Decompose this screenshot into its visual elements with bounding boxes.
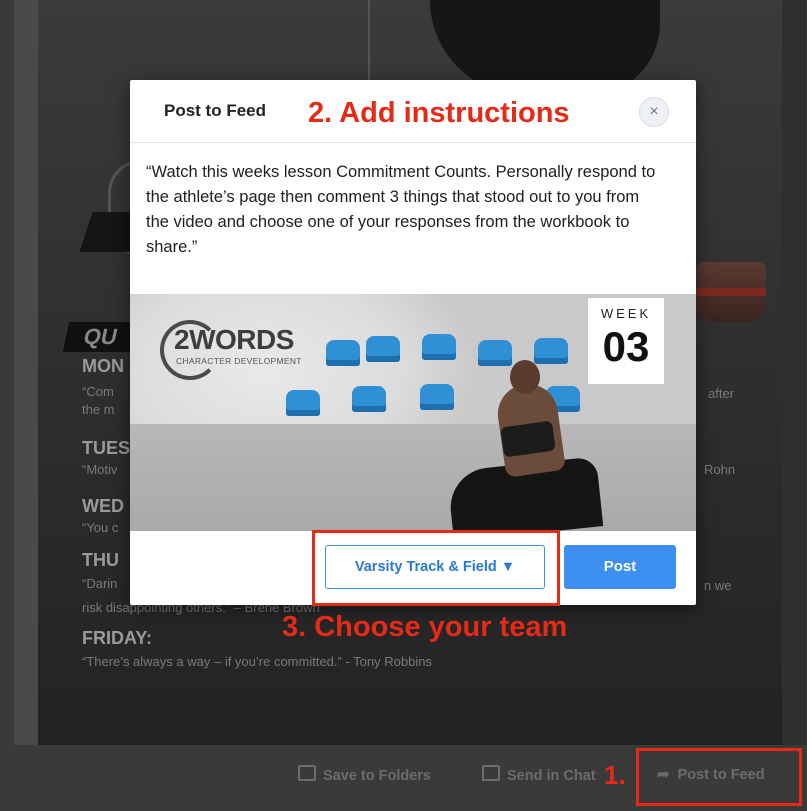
annotation-step-1: 1. [604,760,626,790]
modal-title: Post to Feed [164,101,267,120]
athlete-image [510,360,540,394]
post-button[interactable]: Post [564,545,676,589]
post-to-feed-modal: Post to Feed × “Watch this weeks lesson … [130,80,696,605]
week-label: WEEK [600,306,652,321]
annotation-step-3: 3. Choose your team [282,611,568,643]
logo-text: 2WORDS [174,324,294,355]
video-thumbnail: 2WORDS CHARACTER DEVELOPMENT WEEK 03 [130,294,696,531]
quote-line: “Motiv [82,462,118,477]
folder-icon [298,765,316,781]
quote-line-tail: Rohn [704,462,736,477]
day-label-wed: WED [82,496,124,516]
quote-line: “Com [82,384,114,399]
quote-line-tail: n we [704,578,732,593]
annotation-highlight-post-to-feed [636,748,802,806]
post-instructions-text[interactable]: “Watch this weeks lesson Commitment Coun… [146,160,666,260]
day-label-thu: THU [82,550,119,570]
day-label-tues: TUES [82,438,131,458]
quote-line-tail: after [708,386,735,401]
quote-line: the m [82,402,115,417]
quote-line: “There’s always a way – if you’re commit… [82,654,432,669]
close-icon[interactable]: × [639,97,669,127]
week-badge: WEEK 03 [588,298,664,384]
send-in-chat-label: Send in Chat [507,768,596,784]
week-number: 03 [602,323,650,370]
chat-icon [482,765,500,781]
quote-line: “You c [82,520,119,535]
day-label-mon: MON [82,356,124,376]
send-in-chat-button[interactable]: Send in Chat [482,765,596,784]
save-to-folders-label: Save to Folders [323,768,431,784]
logo-subtitle: CHARACTER DEVELOPMENT [176,356,302,366]
annotation-step-2: 2. Add instructions [308,97,570,129]
day-label-friday: FRIDAY: [82,628,153,648]
left-edge [14,0,38,745]
right-edge [782,0,806,745]
annotation-highlight-team [312,530,560,606]
background-mug-image [696,262,766,322]
save-to-folders-button[interactable]: Save to Folders [298,765,431,784]
background-divider [368,0,370,90]
quote-line: “Darin [82,576,118,591]
